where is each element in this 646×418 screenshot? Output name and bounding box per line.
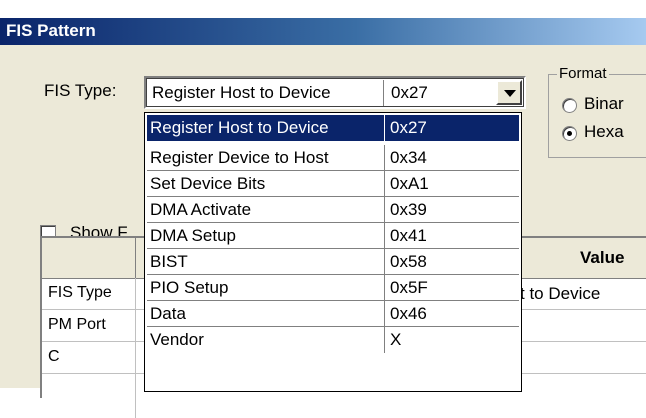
option-divider: [384, 145, 385, 171]
format-binary-label: Binar: [584, 94, 624, 113]
dropdown-option[interactable]: Data 0x46: [147, 301, 519, 327]
option-divider: [384, 171, 385, 197]
option-code: 0x46: [390, 304, 427, 323]
fis-type-combobox[interactable]: Register Host to Device 0x27: [144, 76, 526, 109]
chevron-down-icon: [504, 90, 516, 97]
option-divider: [384, 327, 385, 353]
row-name: C: [48, 348, 60, 365]
window-title: FIS Pattern: [6, 21, 96, 40]
combo-selected-name: Register Host to Device: [152, 83, 331, 102]
option-divider: [384, 249, 385, 275]
option-code: 0x27: [390, 118, 427, 137]
option-name: Register Host to Device: [150, 118, 329, 137]
option-code: 0x58: [390, 252, 427, 271]
option-name: BIST: [150, 252, 188, 271]
option-name: PIO Setup: [150, 278, 229, 297]
format-hex-radio[interactable]: [562, 126, 577, 141]
option-code: 0x39: [390, 200, 427, 219]
row-name: PM Port: [48, 316, 106, 333]
format-binary-radio[interactable]: [562, 98, 577, 113]
header-column-divider: [135, 238, 136, 278]
top-strip: [0, 0, 646, 18]
option-name: Data: [150, 304, 186, 323]
option-code: 0xA1: [390, 174, 429, 193]
row-value: t to Device: [520, 284, 601, 303]
dropdown-option[interactable]: DMA Activate 0x39: [147, 197, 519, 223]
title-bar: FIS Pattern: [0, 18, 646, 45]
option-divider: [384, 197, 385, 223]
dropdown-option[interactable]: BIST 0x58: [147, 249, 519, 275]
dropdown-option[interactable]: Vendor X: [147, 327, 519, 353]
header-value[interactable]: Value: [580, 248, 624, 268]
option-name: DMA Setup: [150, 226, 236, 245]
option-code: 0x41: [390, 226, 427, 245]
option-divider: [384, 115, 385, 141]
option-divider: [384, 275, 385, 301]
option-divider: [384, 223, 385, 249]
fis-type-dropdown-list: Register Host to Device 0x27 Register De…: [144, 112, 522, 392]
format-groupbox: Format: [548, 65, 646, 158]
option-code: 0x5F: [390, 278, 428, 297]
dropdown-option[interactable]: Set Device Bits 0xA1: [147, 171, 519, 197]
radio-selected-dot: [567, 131, 572, 136]
dropdown-option[interactable]: Register Device to Host 0x34: [147, 145, 519, 171]
dropdown-option[interactable]: DMA Setup 0x41: [147, 223, 519, 249]
row-name: FIS Type: [48, 284, 112, 301]
option-code: X: [390, 330, 402, 349]
combo-selected-code: 0x27: [391, 83, 428, 102]
option-divider: [384, 301, 385, 327]
fis-type-label: FIS Type:: [44, 81, 117, 100]
combo-dropdown-button[interactable]: [496, 80, 522, 105]
dropdown-option[interactable]: Register Host to Device 0x27: [147, 115, 519, 141]
option-name: Register Device to Host: [150, 148, 329, 167]
format-legend: Format: [557, 65, 609, 82]
format-hex-label: Hexa: [584, 122, 624, 141]
option-name: Set Device Bits: [150, 174, 266, 193]
option-name: DMA Activate: [150, 200, 252, 219]
dropdown-option[interactable]: PIO Setup 0x5F: [147, 275, 519, 301]
combo-separator: [383, 80, 384, 106]
option-code: 0x34: [390, 148, 427, 167]
option-name: Vendor: [150, 330, 204, 349]
